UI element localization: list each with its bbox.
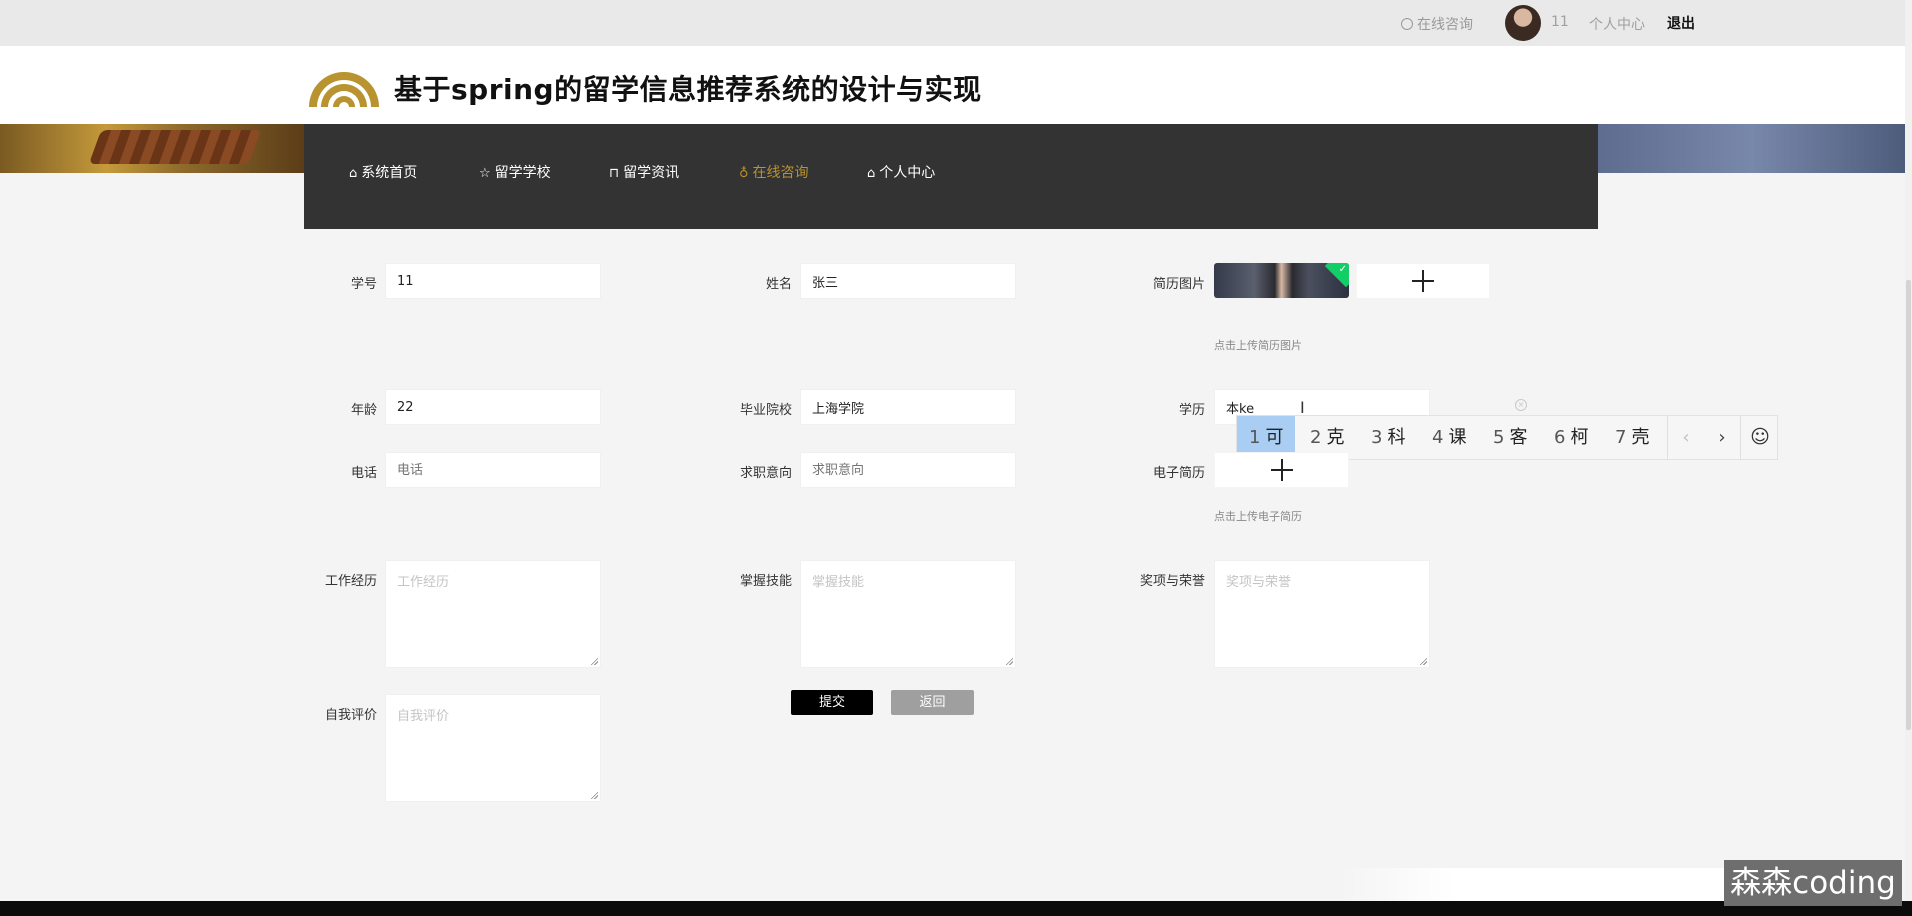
star-icon: ☆ [479,166,491,181]
resize-grip-icon[interactable] [590,657,598,665]
education-label: 学历 [1178,403,1205,418]
phone-label: 电话 [350,466,377,481]
bench-illustration [88,130,262,164]
resume-photo-thumbnail[interactable]: ✓ [1214,263,1349,298]
skills-placeholder: 掌握技能 [812,575,865,590]
ime-candidate-number: 2 [1310,427,1322,448]
nav-news-label[interactable]: 留学资讯 [623,165,679,181]
nav-schools[interactable]: ☆ 留学学校 [479,162,551,182]
bottom-bar [0,901,1912,916]
check-icon: ✓ [1338,264,1347,275]
home-icon: ⌂ [867,166,876,181]
site-title: 基于spring的留学信息推荐系统的设计与实现 [394,73,982,106]
self-eval-label: 自我评价 [324,708,377,723]
bag-icon: ⊓ [609,166,620,181]
nav-user-center-label[interactable]: 个人中心 [879,165,935,181]
resume-photo-upload-button[interactable] [1356,263,1490,299]
resume-photo-hint: 点击上传简历图片 [1214,339,1302,352]
phone-field[interactable] [385,452,601,488]
school-label: 毕业院校 [739,403,792,418]
ime-candidate-number: 5 [1493,427,1505,448]
logo-icon [309,72,379,107]
intention-field[interactable] [800,452,1016,488]
self-eval-placeholder: 自我评价 [397,709,450,724]
nav-home-label[interactable]: 系统首页 [361,165,417,181]
name-field[interactable] [800,263,1016,299]
skills-textarea[interactable]: 掌握技能 [800,560,1016,668]
ime-candidate-char: 客 [1509,427,1528,448]
main-nav: ⌂ 系统首页 ☆ 留学学校 ⊓ 留学资讯 ♁ 在线咨询 ⌂ 个人中心 [304,124,1598,229]
ime-candidate-number: 4 [1432,427,1444,448]
ime-candidate-char: 科 [1387,427,1406,448]
student-id-field[interactable] [385,263,601,299]
ime-prev-page-icon[interactable]: ‹ [1668,416,1704,459]
resize-grip-icon[interactable] [590,791,598,799]
awards-placeholder: 奖项与荣誉 [1226,575,1292,590]
user-circle-icon [1401,18,1413,30]
submit-button[interactable]: 提交 [791,690,873,715]
self-eval-textarea[interactable]: 自我评价 [385,694,601,802]
banner-image-left [0,124,304,173]
logout-link[interactable]: 退出 [1667,13,1695,33]
site-header: 基于spring的留学信息推荐系统的设计与实现 [0,46,1905,124]
ime-candidate-number: 1 [1249,427,1261,448]
age-label: 年龄 [350,403,377,418]
skills-label: 掌握技能 [739,574,792,589]
ime-candidate-char: 可 [1265,427,1284,448]
ime-candidate-number: 7 [1615,427,1627,448]
ime-candidate[interactable]: 6柯 [1542,416,1600,459]
ime-candidate-number: 3 [1371,427,1383,448]
banner-image-right [1598,124,1905,173]
username: 11 [1551,14,1569,30]
nav-consult-label[interactable]: 在线咨询 [753,165,809,181]
scrollbar-thumb[interactable] [1906,280,1911,730]
nav-consult[interactable]: ♁ 在线咨询 [739,162,809,182]
ime-candidate-char: 课 [1448,427,1467,448]
ime-candidate[interactable]: 7壳 [1603,416,1661,459]
resume-photo-label: 简历图片 [1152,277,1205,292]
home-icon: ⌂ [349,166,358,181]
e-resume-label: 电子简历 [1152,466,1205,481]
ime-next-page-icon[interactable]: › [1704,416,1740,459]
ime-candidate-char: 克 [1326,427,1345,448]
student-id-label: 学号 [350,277,377,292]
overlay-fade [1338,868,1728,901]
ime-candidate-char: 柯 [1570,427,1589,448]
emoji-icon[interactable]: ☺ [1741,416,1779,459]
ime-candidate[interactable]: 3科 [1359,416,1417,459]
awards-label: 奖项与荣誉 [1139,574,1205,589]
school-field[interactable] [800,389,1016,425]
e-resume-upload-button[interactable] [1214,452,1349,488]
online-consult-label[interactable]: 在线咨询 [1417,17,1473,33]
intention-label: 求职意向 [739,466,792,481]
awards-textarea[interactable]: 奖项与荣誉 [1214,560,1430,668]
work-exp-placeholder: 工作经历 [397,575,450,590]
avatar[interactable] [1505,5,1541,41]
top-bar: 在线咨询 11 个人中心 退出 [0,0,1912,46]
watermark: 森森coding [1724,860,1902,906]
ime-candidate[interactable]: 5客 [1481,416,1539,459]
ime-candidate[interactable]: 4课 [1420,416,1478,459]
nav-user-center[interactable]: ⌂ 个人中心 [867,162,935,182]
ime-candidate-char: 壳 [1631,427,1650,448]
nav-news[interactable]: ⊓ 留学资讯 [609,162,679,182]
user-center-link[interactable]: 个人中心 [1589,14,1645,34]
resize-grip-icon[interactable] [1005,657,1013,665]
work-exp-label: 工作经历 [324,574,377,589]
back-button[interactable]: 返回 [891,690,974,715]
plus-icon [1412,270,1434,292]
nav-home[interactable]: ⌂ 系统首页 [349,162,417,182]
online-consult-link[interactable]: 在线咨询 [1401,14,1473,34]
work-exp-textarea[interactable]: 工作经历 [385,560,601,668]
bell-icon: ♁ [739,166,749,181]
age-field[interactable] [385,389,601,425]
resize-grip-icon[interactable] [1419,657,1427,665]
clear-icon[interactable]: × [1515,399,1527,411]
nav-schools-label[interactable]: 留学学校 [495,165,551,181]
plus-icon [1270,459,1293,481]
ime-candidate-number: 6 [1554,427,1566,448]
e-resume-hint: 点击上传电子简历 [1214,510,1302,523]
name-label: 姓名 [765,277,792,292]
